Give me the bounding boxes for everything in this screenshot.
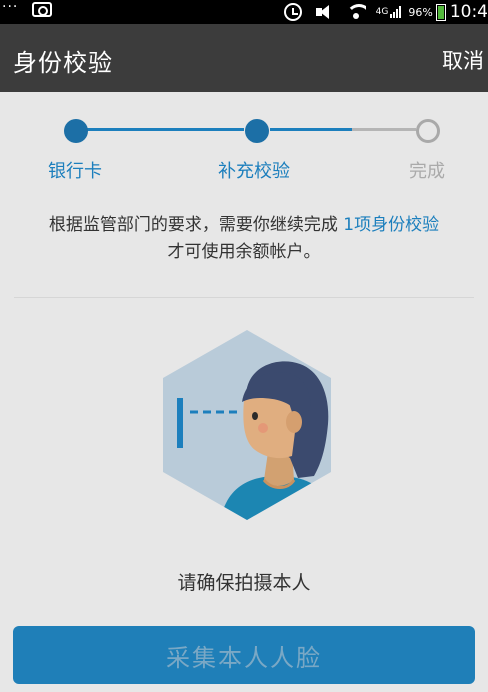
battery-icon [435,3,446,21]
notification-dots: ··· [2,0,19,15]
notice-text: 根据监管部门的要求，需要你继续完成 [48,215,338,235]
notice-text-line2: 才可使用余额帐户。 [167,242,321,262]
alarm-icon [283,3,302,21]
status-bar: ··· 4G 96% 10:4 [0,0,488,24]
capture-hint: 请确保拍摄本人 [177,572,311,594]
step-connector [352,128,416,131]
status-icons: 4G 96% 10:4 [283,0,488,24]
network-type: 4G [375,7,389,17]
verification-notice: 根据监管部门的要求，需要你继续完成 1项身份校验 才可使用余额帐户。 [0,212,488,266]
battery-percent: 96% [408,5,433,19]
clock: 10:4 [449,2,488,22]
step-bank-card-dot [64,119,88,143]
signal-icon [390,6,402,18]
step-connector [270,128,352,131]
scan-bar [177,398,183,448]
step-bank-card-label: 银行卡 [48,161,102,182]
cancel-button[interactable]: 取消 [442,45,484,75]
face-capture-illustration [163,330,331,520]
verification-link[interactable]: 1项身份校验 [343,215,439,235]
step-connector [84,128,244,131]
title-bar: 身份校验 取消 [0,24,488,92]
page-title: 身份校验 [13,49,113,77]
step-complete-label: 完成 [409,161,445,182]
step-verify-dot [245,119,269,143]
camera-icon [32,2,52,17]
step-complete-dot [416,119,440,143]
step-verify-label: 补充校验 [218,161,290,182]
divider [14,297,474,298]
collect-face-button[interactable]: 采集本人人脸 [13,626,475,684]
vibrate-icon [315,5,332,19]
wifi-icon [345,4,366,20]
